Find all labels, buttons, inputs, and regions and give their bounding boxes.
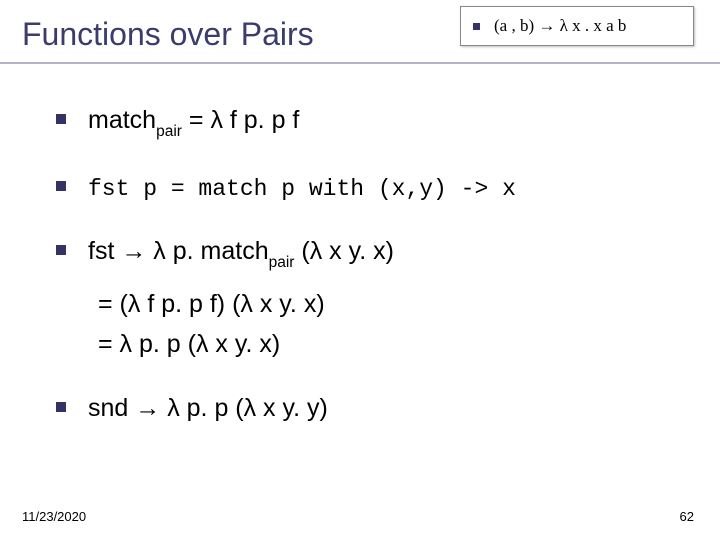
bullet-3-text: fst → λ p. matchpair (λ x y. x): [88, 235, 394, 272]
bullet-icon: [56, 245, 66, 255]
bullet-icon: [473, 23, 480, 30]
bullet-icon: [56, 402, 66, 412]
footer-date: 11/23/2020: [22, 509, 86, 524]
b3-lead: fst → λ p. match: [88, 237, 269, 265]
inset-box: (a , b) → λ x . x a b: [460, 6, 694, 46]
bullet-3-line3: = λ p. p (λ x y. x): [98, 324, 690, 364]
b2-code: fst p = match p with (x,y) -> x: [88, 176, 516, 202]
inset-formula: (a , b) → λ x . x a b: [494, 16, 626, 36]
bullet-icon: [56, 181, 66, 191]
bullet-2: fst p = match p with (x,y) -> x: [56, 171, 690, 205]
page-title: Functions over Pairs: [22, 16, 314, 53]
bullet-4: snd → λ p. p (λ x y. y): [56, 392, 690, 426]
footer-page: 62: [680, 509, 694, 524]
title-underline: [0, 62, 720, 64]
bullet-1-text: matchpair = λ f p. p f: [88, 104, 299, 141]
slide: Functions over Pairs (a , b) → λ x . x a…: [0, 0, 720, 540]
content-area: matchpair = λ f p. p f fst p = match p w…: [56, 104, 690, 456]
b1-sub: pair: [156, 123, 182, 140]
bullet-1: matchpair = λ f p. p f: [56, 104, 690, 141]
bullet-3: fst → λ p. matchpair (λ x y. x): [56, 235, 690, 272]
b1-part1: match: [88, 106, 156, 134]
b3-tail: (λ x y. x): [294, 237, 394, 265]
bullet-3-line2: = (λ f p. p f) (λ x y. x): [98, 284, 690, 324]
b1-rest: = λ f p. p f: [182, 106, 299, 134]
bullet-4-text: snd → λ p. p (λ x y. y): [88, 392, 328, 426]
b3-sub: pair: [269, 254, 295, 271]
bullet-2-text: fst p = match p with (x,y) -> x: [88, 171, 516, 205]
bullet-icon: [56, 114, 66, 124]
